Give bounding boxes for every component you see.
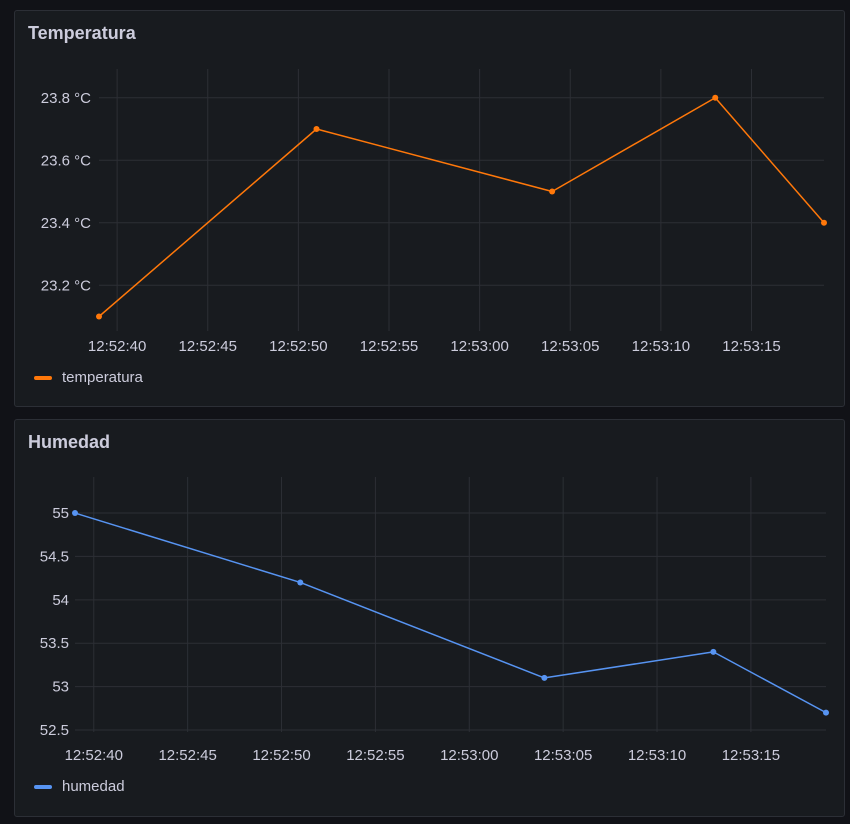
data-point <box>313 126 320 132</box>
x-tick-label: 12:52:45 <box>179 338 237 355</box>
y-tick-label: 55 <box>52 505 69 522</box>
x-tick-label: 12:53:15 <box>722 747 780 764</box>
x-tick-label: 12:52:55 <box>360 338 418 355</box>
x-tick-label: 12:53:15 <box>722 338 780 355</box>
legend-swatch <box>34 375 52 380</box>
x-tick-label: 12:53:10 <box>632 338 690 355</box>
y-tick-label: 54.5 <box>40 548 69 565</box>
data-point <box>549 188 556 195</box>
y-tick-label: 53 <box>52 679 69 696</box>
x-tick-label: 12:53:10 <box>628 747 686 764</box>
x-tick-label: 12:52:40 <box>65 747 123 764</box>
x-tick-label: 12:53:05 <box>534 747 592 764</box>
x-tick-label: 12:53:00 <box>450 338 508 355</box>
y-tick-label: 53.5 <box>40 635 69 652</box>
humidity-chart: 12:52:40 12:52:45 12:52:50 12:52:55 12:53:00… <box>40 477 829 764</box>
x-tick-label: 12:52:50 <box>252 747 310 764</box>
legend-label: temperatura <box>62 369 143 386</box>
data-point <box>823 709 829 716</box>
data-point <box>821 219 827 226</box>
legend-label: humedad <box>62 778 125 795</box>
chart-legend[interactable]: humedad <box>34 778 125 795</box>
chart-legend[interactable]: temperatura <box>34 369 143 386</box>
temperature-chart: 12:52:40 12:52:45 12:52:50 12:52:55 12:53:00… <box>41 69 827 355</box>
humidity-panel: Humedad 12:52:40 12:52:45 12:52:50 12:52:55… <box>14 419 845 817</box>
x-tick-label: 12:52:50 <box>269 338 327 355</box>
x-tick-label: 12:53:00 <box>440 747 498 764</box>
x-tick-label: 12:52:55 <box>346 747 404 764</box>
data-point <box>541 674 548 681</box>
y-tick-label: 23.4 °C <box>41 215 91 232</box>
data-point <box>297 579 304 586</box>
y-tick-label: 52.5 <box>40 722 69 739</box>
x-tick-label: 12:52:45 <box>158 747 216 764</box>
x-tick-label: 12:53:05 <box>541 338 599 355</box>
data-point <box>96 313 102 320</box>
data-point <box>710 648 717 655</box>
y-tick-label: 23.8 °C <box>41 90 91 107</box>
x-tick-label: 12:52:40 <box>88 338 146 355</box>
legend-swatch <box>34 784 52 789</box>
data-point <box>712 94 719 101</box>
y-tick-label: 23.6 °C <box>41 152 91 169</box>
temperature-panel: Temperatura 12:52:40 12:52:45 12:52:50 12:5… <box>14 10 845 407</box>
y-tick-label: 54 <box>52 592 69 609</box>
y-tick-label: 23.2 °C <box>41 277 91 294</box>
data-point <box>72 510 78 517</box>
